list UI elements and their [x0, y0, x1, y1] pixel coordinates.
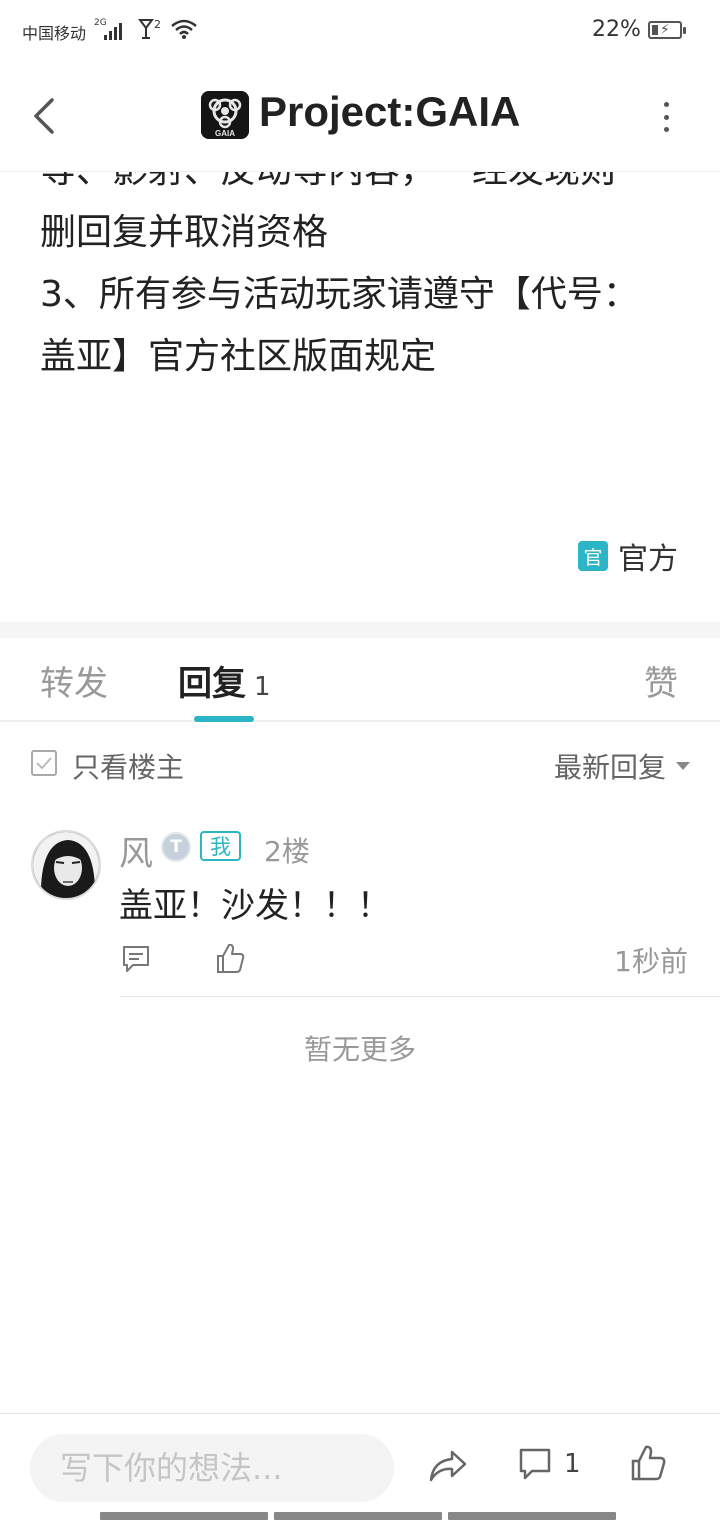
comment-time: 1秒前	[614, 945, 688, 978]
active-tab-indicator	[194, 716, 254, 722]
official-tag: 官 官方	[578, 534, 678, 578]
only-owner-checkbox[interactable]	[31, 750, 57, 776]
app-header: GAIA Project:GAIA	[0, 60, 720, 172]
sort-dropdown[interactable]: 最新回复	[554, 746, 690, 786]
page-title: Project:GAIA	[259, 88, 521, 135]
official-badge-icon: 官	[578, 541, 608, 571]
tab-reply-count: 1	[254, 672, 271, 702]
tab-forward[interactable]: 转发	[40, 656, 108, 705]
more-options-button[interactable]	[656, 102, 676, 132]
chevron-down-icon	[676, 762, 690, 770]
signal-icon: 2G	[94, 18, 130, 40]
post-line: 删回复并取消资格	[40, 212, 329, 253]
comment-item: 风 T 我 2楼 盖亚！沙发！！！ 1秒前	[0, 820, 720, 998]
only-owner-label[interactable]: 只看楼主	[72, 746, 184, 786]
interaction-tabs: 转发 回复 1 赞	[0, 638, 720, 722]
bottom-action-bar: 1	[0, 1413, 720, 1520]
comment-text: 盖亚！沙发！！！	[119, 886, 391, 926]
status-bar: 中国移动 2G 2 22% ⚡	[0, 0, 720, 60]
comments-button[interactable]: 1	[518, 1444, 581, 1484]
post-content: 等、影射、反动等内容，一经发现则 删回复并取消资格 3、所有参与活动玩家请遵守【…	[40, 140, 680, 388]
avatar[interactable]	[31, 830, 101, 900]
me-badge: 我	[200, 831, 241, 861]
comment-count: 1	[564, 1449, 581, 1479]
tab-reply[interactable]: 回复 1	[178, 656, 271, 705]
more-vertical-icon	[663, 102, 669, 107]
comment-divider	[120, 996, 720, 997]
signal-indicators: 2G 2	[94, 18, 198, 40]
comment-icon[interactable]	[121, 944, 151, 974]
carrier-name: 中国移动	[22, 24, 87, 43]
sort-label: 最新回复	[553, 751, 666, 784]
thumbs-up-icon[interactable]	[630, 1444, 666, 1482]
comment-input[interactable]	[30, 1434, 394, 1502]
user-level-icon: T	[161, 832, 191, 862]
navigation-hint	[100, 1512, 616, 1520]
floor-number: 2楼	[264, 835, 310, 868]
post-line: 盖亚】官方社区版面规定	[40, 336, 437, 377]
comment-icon	[519, 1448, 551, 1480]
section-divider	[0, 622, 720, 638]
filter-row: 只看楼主 最新回复	[0, 724, 720, 800]
wifi-icon	[171, 19, 197, 39]
app-logo: GAIA	[201, 91, 249, 139]
thumbs-up-icon[interactable]	[215, 942, 245, 974]
no-more-text: 暂无更多	[303, 1033, 416, 1066]
back-button[interactable]	[26, 94, 62, 138]
post-line: 3、所有参与活动玩家请遵守【代号：	[40, 274, 639, 315]
battery-icon: ⚡	[648, 21, 686, 39]
battery-percent: 22%	[592, 17, 641, 42]
tab-like[interactable]: 赞	[644, 656, 678, 705]
sim2-signal-icon: 2	[138, 18, 162, 40]
share-icon[interactable]	[428, 1448, 468, 1484]
svg-text:GAIA: GAIA	[215, 129, 235, 138]
official-label: 官方	[618, 542, 678, 577]
tab-reply-label: 回复	[178, 664, 246, 704]
comment-author[interactable]: 风	[119, 826, 153, 875]
